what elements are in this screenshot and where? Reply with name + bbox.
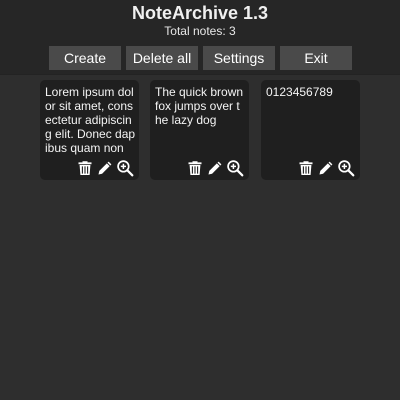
create-button[interactable]: Create xyxy=(49,46,121,70)
app-window: NoteArchive 1.3 Total notes: 3 Create De… xyxy=(0,0,400,400)
app-title: NoteArchive 1.3 xyxy=(131,3,269,23)
zoom-in-icon[interactable] xyxy=(226,159,244,177)
trash-icon[interactable] xyxy=(297,159,315,177)
zoom-in-icon[interactable] xyxy=(116,159,134,177)
note-card: Lorem ipsum dolor sit amet, consectetur … xyxy=(40,80,139,180)
pencil-icon[interactable] xyxy=(206,159,224,177)
exit-button[interactable]: Exit xyxy=(280,46,352,70)
note-card: 0123456789 xyxy=(261,80,360,180)
trash-icon[interactable] xyxy=(76,159,94,177)
note-actions xyxy=(186,159,246,177)
pencil-icon[interactable] xyxy=(96,159,114,177)
trash-icon[interactable] xyxy=(186,159,204,177)
note-text: 0123456789 xyxy=(266,85,333,99)
zoom-in-icon[interactable] xyxy=(337,159,355,177)
note-text: The quick brown fox jumps over the lazy … xyxy=(155,85,244,127)
delete-all-button[interactable]: Delete all xyxy=(126,46,198,70)
note-count: Total notes: 3 xyxy=(164,24,236,38)
note-actions xyxy=(297,159,357,177)
pencil-icon[interactable] xyxy=(317,159,335,177)
note-text: Lorem ipsum dolor sit amet, consectetur … xyxy=(45,85,136,155)
note-actions xyxy=(76,159,136,177)
note-card: The quick brown fox jumps over the lazy … xyxy=(150,80,249,180)
settings-button[interactable]: Settings xyxy=(203,46,275,70)
header-bar: NoteArchive 1.3 Total notes: 3 Create De… xyxy=(0,0,400,75)
